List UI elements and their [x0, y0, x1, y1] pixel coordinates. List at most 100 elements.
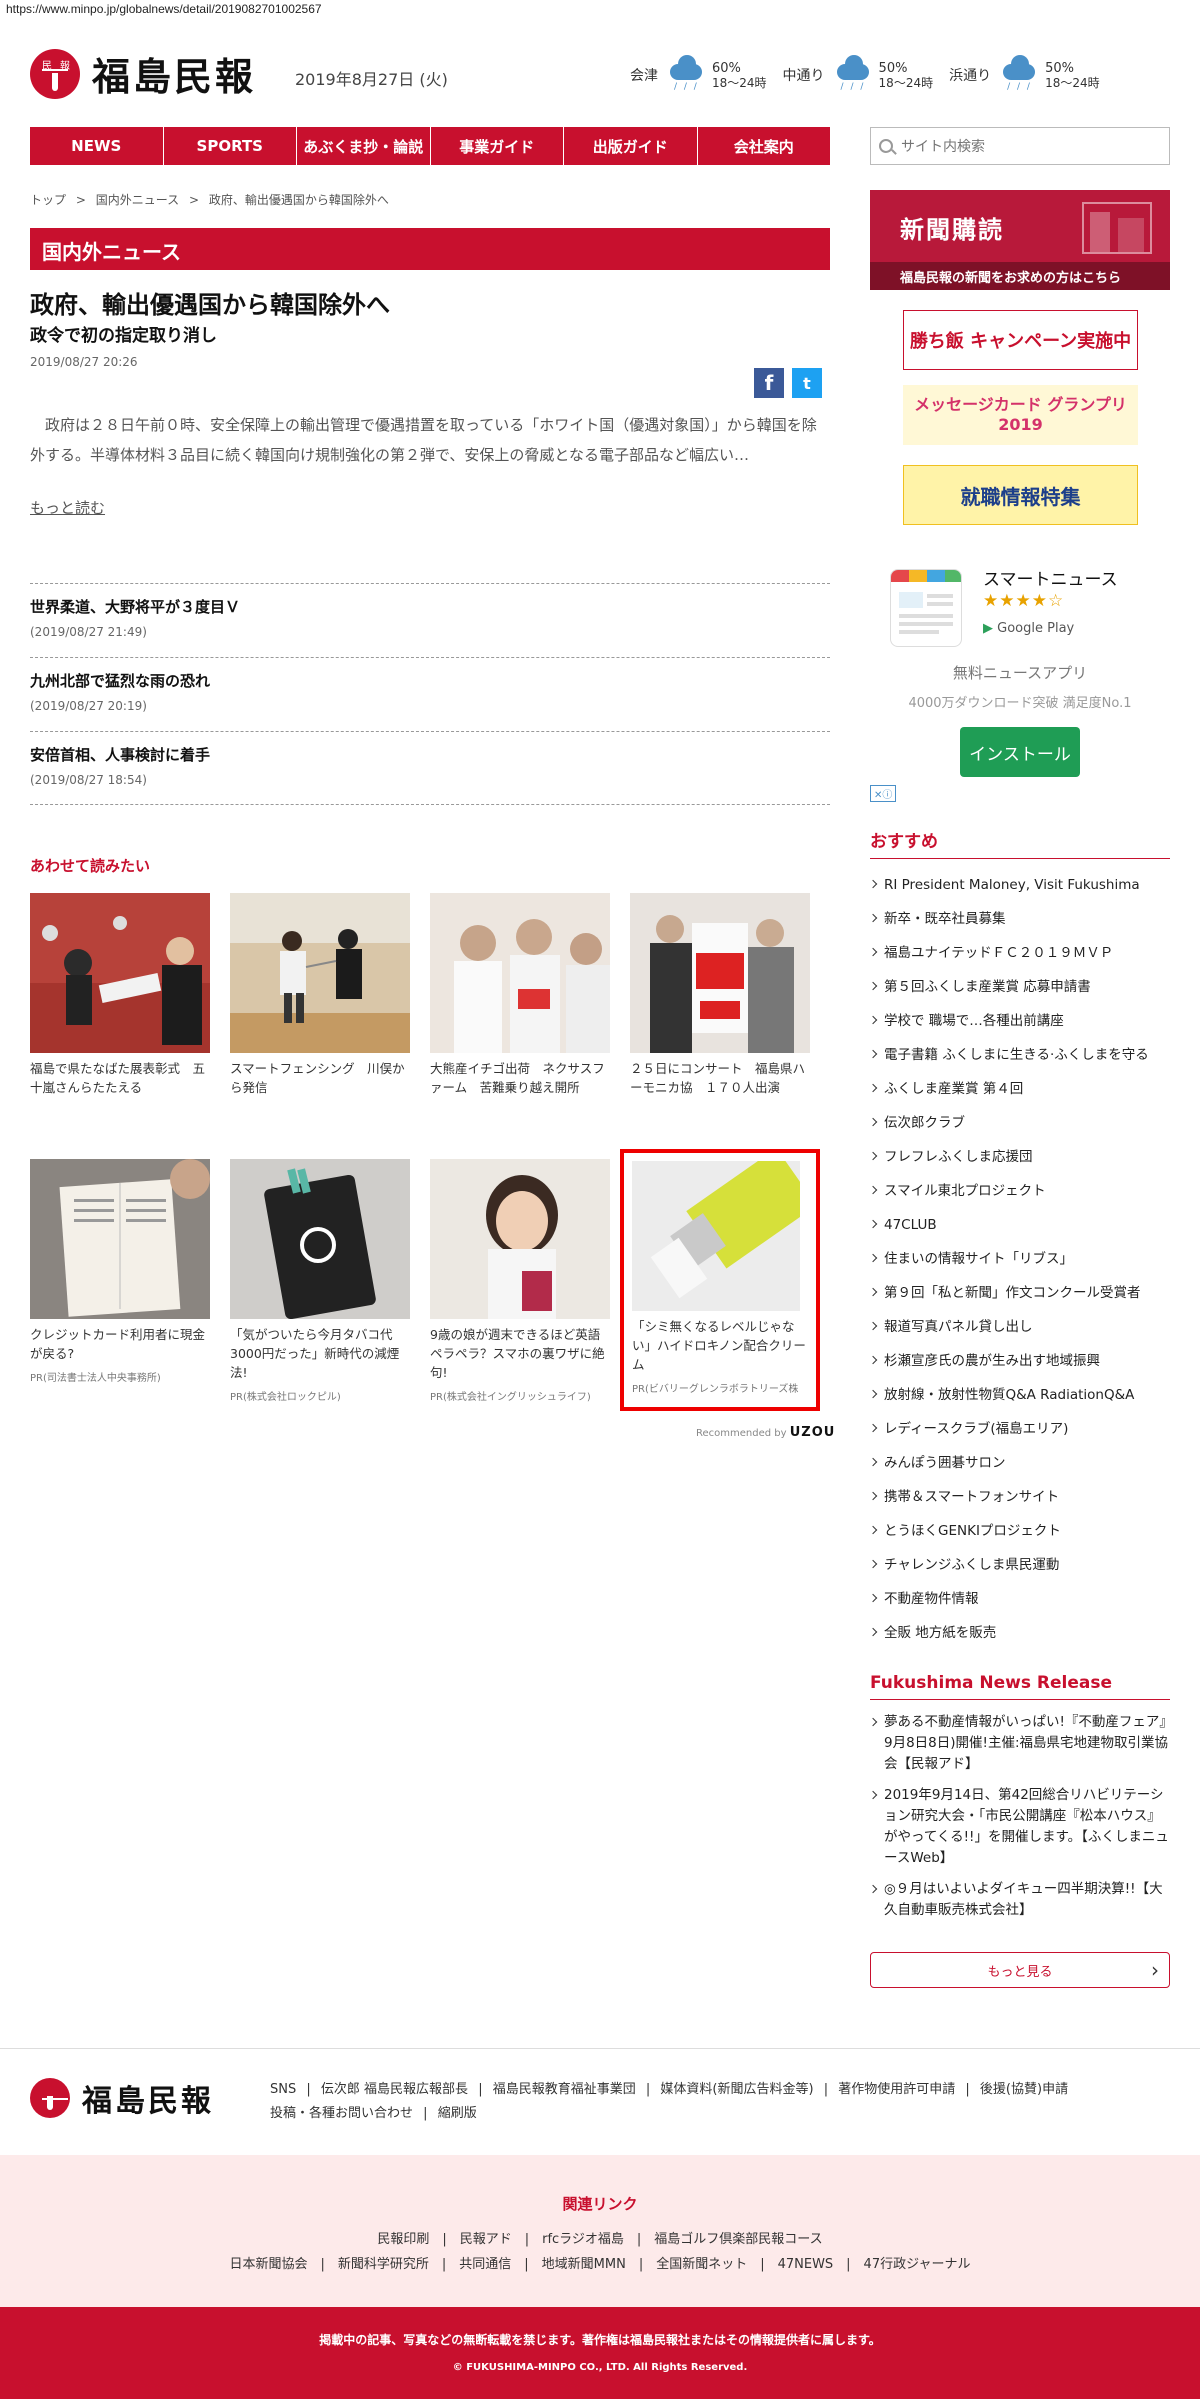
- footer-links: SNS | 伝次郎 福島民報広報部長 | 福島民報教育福祉事業団 | 媒体資料(…: [270, 2082, 1069, 2121]
- kachimeshi-banner[interactable]: 勝ち飯 キャンペーン実施中: [903, 310, 1138, 370]
- recommend-heading: あわせて読みたい: [30, 857, 151, 875]
- install-button[interactable]: インストール: [960, 727, 1080, 777]
- sidebar-link[interactable]: レディースクラブ(福島エリア): [870, 1412, 1170, 1446]
- nav-company[interactable]: 会社案内: [698, 127, 831, 165]
- news-release-item[interactable]: ◎９月はいよいよダイキュー四半期決算!!【大久自動車販売株式会社】: [870, 1879, 1170, 1921]
- sidebar-link[interactable]: みんぽう囲碁サロン: [870, 1446, 1170, 1480]
- footer-link[interactable]: 縮刷版: [438, 2106, 477, 2121]
- sidebar-link[interactable]: 電子書籍 ふくしまに生きる·ふくしまを守る: [870, 1038, 1170, 1072]
- thumbnail-image[interactable]: [632, 1161, 800, 1311]
- nav-business-guide[interactable]: 事業ガイド: [431, 127, 564, 165]
- weather-nakadori[interactable]: 中通り / / / 50% 18〜24時: [783, 55, 933, 92]
- article-subtitle: 政令で初の指定取り消し: [30, 326, 217, 346]
- footer-link[interactable]: 後援(協賛)申請: [980, 2082, 1068, 2097]
- uzou-logo: UZOU: [789, 1425, 836, 1440]
- sidebar-link[interactable]: 学校で 職場で…各種出前講座: [870, 1004, 1170, 1038]
- recommend-card[interactable]: 大熊産イチゴ出荷 ネクサスファーム 苦難乗り越え開所: [430, 893, 610, 1097]
- list-item[interactable]: 安倍首相、人事検討に着手 (2019/08/27 18:54): [30, 731, 830, 805]
- list-item[interactable]: 九州北部で猛烈な雨の恐れ (2019/08/27 20:19): [30, 657, 830, 731]
- sidebar-link[interactable]: 第５回ふくしま産業賞 応募申請書: [870, 970, 1170, 1004]
- sidebar-link[interactable]: RI President Maloney, Visit Fukushima: [870, 868, 1170, 902]
- article-date: 2019/08/27 20:26: [30, 355, 138, 369]
- subscribe-banner[interactable]: 新聞購読 福島民報の新聞をお求めの方はこちら: [870, 190, 1170, 290]
- sidebar-link[interactable]: フレフレふくしま応援団: [870, 1140, 1170, 1174]
- recommend-card[interactable]: 福島で県たなばた展表彰式 五十嵐さんらたたえる: [30, 893, 210, 1097]
- cloud-rain-icon: / / /: [831, 55, 875, 92]
- related-links-row[interactable]: 民報印刷 | 民報アド | rfcラジオ福島 | 福島ゴルフ倶楽部民報コース: [0, 2228, 1200, 2247]
- breadcrumb-current: 政府、輸出優遇国から韓国除外へ: [208, 193, 389, 207]
- site-header: 民報 福島民報 2019年8月27日 (火) 会津 / / / 60% 18〜24…: [30, 46, 1170, 106]
- recommend-card[interactable]: ２５日にコンサート 福島県ハーモニカ協 １７０人出演: [630, 893, 810, 1097]
- message-card-banner[interactable]: メッセージカード グランプリ2019: [903, 385, 1138, 445]
- site-logo[interactable]: 民報 福島民報: [30, 46, 256, 101]
- app-description: 無料ニュースアプリ: [952, 664, 1088, 682]
- sidebar-link[interactable]: 47CLUB: [870, 1208, 1170, 1242]
- thumbnail-image[interactable]: [430, 1159, 610, 1319]
- footer-link[interactable]: 著作物使用許可申請: [838, 2082, 955, 2097]
- sidebar-link[interactable]: 放射線・放射性物質Q&A RadiationQ&A: [870, 1378, 1170, 1412]
- twitter-icon[interactable]: t: [792, 368, 822, 398]
- thumbnail-image[interactable]: [630, 893, 810, 1053]
- search-icon[interactable]: [879, 139, 893, 153]
- site-search: [870, 127, 1170, 165]
- footer-link[interactable]: 媒体資料(新聞広告料金等): [660, 2082, 813, 2097]
- smartnews-app-icon[interactable]: [890, 569, 962, 647]
- facebook-icon[interactable]: f: [754, 368, 784, 398]
- thumbnail-image[interactable]: [30, 893, 210, 1053]
- current-date: 2019年8月27日 (火): [295, 70, 448, 89]
- recommended-by[interactable]: Recommended by UZOU: [696, 1425, 835, 1440]
- weather-aizu[interactable]: 会津 / / / 60% 18〜24時: [630, 55, 767, 92]
- copyright-text: © FUKUSHIMA-MINPO CO., LTD. All Rights R…: [452, 2362, 748, 2373]
- ad-card[interactable]: クレジットカード利用者に現金が戻る? PR(司法書士法人中央事務所): [30, 1159, 210, 1411]
- news-release-item[interactable]: 2019年9月14日、第42回総合リハビリテーション研究大会・「市民公開講座『松…: [870, 1785, 1170, 1869]
- sidebar-link[interactable]: 報道写真パネル貸し出し: [870, 1310, 1170, 1344]
- read-more-link[interactable]: もっと読む: [30, 497, 105, 518]
- footer-link[interactable]: 福島民報教育福祉事業団: [493, 2082, 636, 2097]
- ad-card-highlighted[interactable]: 「シミ無くなるレベルじゃない」ハイドロキノン配合クリーム PR(ビバリーグレンラ…: [620, 1149, 820, 1411]
- list-item[interactable]: 世界柔道、大野将平が３度目Ｖ (2019/08/27 21:49): [30, 583, 830, 657]
- recommend-card[interactable]: スマートフェンシング 川俣から発信: [230, 893, 410, 1097]
- article-body: 政府は２８日午前０時、安全保障上の輸出管理で優遇措置を取っている「ホワイト国（優…: [30, 416, 817, 464]
- rating-stars: ★★★★☆: [983, 591, 1065, 611]
- sidebar-link[interactable]: 杉瀬宣彦氏の農が生み出す地域振興: [870, 1344, 1170, 1378]
- breadcrumb-top[interactable]: トップ: [30, 193, 66, 207]
- more-button[interactable]: もっと見る: [870, 1952, 1170, 1988]
- sidebar-link[interactable]: 新卒・既卒社員募集: [870, 902, 1170, 936]
- adchoices-icon[interactable]: ✕ⓘ: [870, 785, 897, 802]
- job-info-banner[interactable]: 就職情報特集: [903, 465, 1138, 525]
- footer-link[interactable]: 伝次郎 福島民報広報部長: [321, 2082, 468, 2097]
- search-input[interactable]: [901, 138, 1151, 154]
- sidebar-link[interactable]: 伝次郎クラブ: [870, 1106, 1170, 1140]
- nav-abukuma[interactable]: あぶくま抄・論説: [297, 127, 431, 165]
- nav-sports[interactable]: SPORTS: [164, 127, 297, 165]
- sidebar-link[interactable]: スマイル東北プロジェクト: [870, 1174, 1170, 1208]
- thumbnail-image[interactable]: [30, 1159, 210, 1319]
- news-release-item[interactable]: 夢ある不動産情報がいっぱい!『不動産フェア』9月8日8日)開催!主催:福島県宅地…: [870, 1712, 1170, 1775]
- footer-link[interactable]: SNS: [270, 2082, 296, 2097]
- logo-emblem: [30, 2078, 70, 2118]
- footer-logo[interactable]: 福島民報: [30, 2076, 214, 2120]
- ad-card[interactable]: 「気がついたら今月タバコ代3000円だった」新時代の減煙法! PR(株式会社ロッ…: [230, 1159, 410, 1411]
- thumbnail-image[interactable]: [430, 893, 610, 1053]
- related-links-row[interactable]: 日本新聞協会 | 新聞科学研究所 | 共同通信 | 地域新聞MMN | 全国新聞…: [0, 2253, 1200, 2272]
- breadcrumb: トップ > 国内外ニュース > 政府、輸出優遇国から韓国除外へ: [30, 193, 389, 207]
- sidebar-link[interactable]: ふくしま産業賞 第４回: [870, 1072, 1170, 1106]
- sidebar-link[interactable]: 福島ユナイテッドＦＣ２０１９ＭＶＰ: [870, 936, 1170, 970]
- sidebar-link[interactable]: 第９回「私と新聞」作文コンクール受賞者: [870, 1276, 1170, 1310]
- nav-news[interactable]: NEWS: [30, 127, 164, 165]
- sidebar-link[interactable]: 住まいの情報サイト「リブス」: [870, 1242, 1170, 1276]
- sidebar-link[interactable]: とうほくGENKIプロジェクト: [870, 1514, 1170, 1548]
- weather-hamadori[interactable]: 浜通り / / / 50% 18〜24時: [949, 55, 1100, 92]
- ad-card[interactable]: 9歳の娘が週末できるほど英語ペラペラ？スマホの裏ワザに絶句! PR(株式会社イン…: [430, 1159, 610, 1411]
- copyright-notice: 掲載中の記事、写真などの無断転載を禁じます。著作権は福島民報社またはその情報提供…: [319, 2333, 881, 2347]
- footer-link[interactable]: 投稿・各種お問い合わせ: [270, 2106, 413, 2121]
- app-name[interactable]: スマートニュース: [983, 565, 1118, 590]
- sidebar-link[interactable]: チャレンジふくしま県民運動: [870, 1548, 1170, 1582]
- breadcrumb-world-news[interactable]: 国内外ニュース: [96, 193, 179, 207]
- thumbnail-image[interactable]: [230, 1159, 410, 1319]
- sidebar-link[interactable]: 携帯＆スマートフォンサイト: [870, 1480, 1170, 1514]
- nav-publishing-guide[interactable]: 出版ガイド: [564, 127, 698, 165]
- sidebar-link[interactable]: 全販 地方紙を販売: [870, 1616, 1170, 1650]
- sidebar-link[interactable]: 不動産物件情報: [870, 1582, 1170, 1616]
- thumbnail-image[interactable]: [230, 893, 410, 1053]
